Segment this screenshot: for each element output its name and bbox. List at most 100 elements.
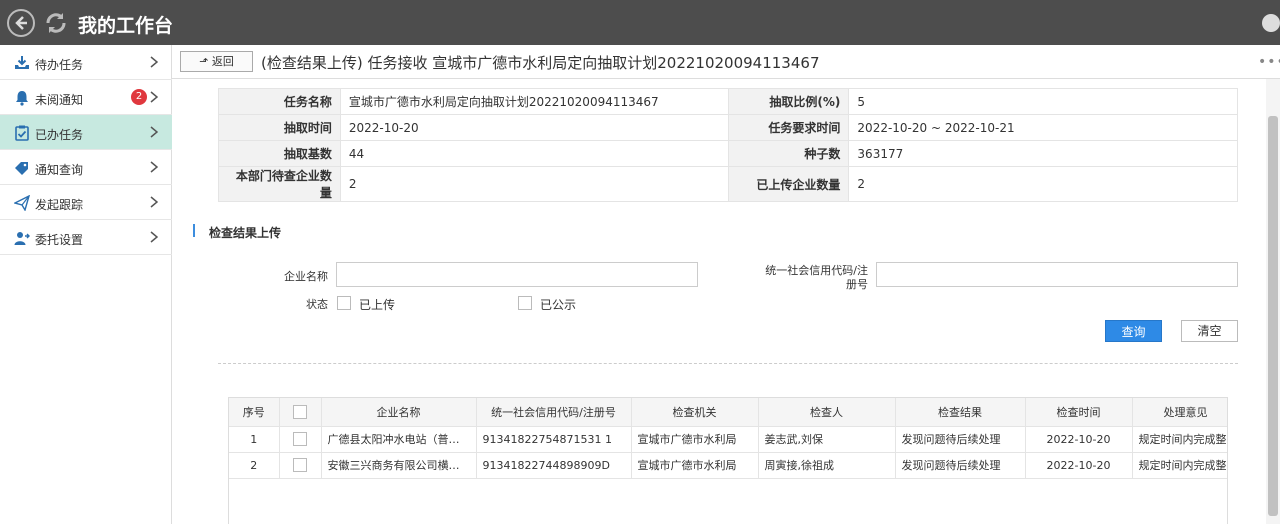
col-opinion-header[interactable]: 处理意见 bbox=[1132, 398, 1227, 427]
col-authority-header[interactable]: 检查机关 bbox=[631, 398, 759, 427]
col-credit-header[interactable]: 统一社会信用代码/注册号 bbox=[476, 398, 632, 427]
bell-icon bbox=[14, 90, 30, 106]
unread-count-badge: 2 bbox=[131, 89, 147, 105]
pending-count-value: 2 bbox=[339, 166, 729, 202]
sidebar-item-label: 未阅通知 bbox=[35, 93, 84, 107]
task-name-value: 宣城市广德市水利局定向抽取计划20221020094113467 bbox=[339, 88, 729, 115]
results-grid: 序号 企业名称 统一社会信用代码/注册号 检查机关 检查人 检查结果 检查时间 … bbox=[228, 397, 1228, 524]
info-row: 任务名称 宣城市广德市水利局定向抽取计划20221020094113467 抽取… bbox=[218, 88, 1238, 115]
extract-base-value: 44 bbox=[339, 140, 729, 167]
grid-header-row: 序号 企业名称 统一社会信用代码/注册号 检查机关 检查人 检查结果 检查时间 … bbox=[229, 398, 1227, 427]
cell-credit: 91341822754871531 1 bbox=[476, 426, 632, 453]
pending-count-label: 本部门待查企业数量 bbox=[218, 166, 341, 202]
cell-opinion: 规定时间内完成整改 bbox=[1132, 426, 1227, 453]
company-name-label: 企业名称 bbox=[284, 270, 328, 283]
cell-select[interactable] bbox=[279, 426, 322, 453]
seed-value: 363177 bbox=[848, 140, 1238, 167]
divider bbox=[218, 363, 1238, 364]
seed-label: 种子数 bbox=[727, 140, 850, 167]
ratio-value: 5 bbox=[848, 88, 1238, 115]
uploaded-checkbox-label: 已上传 bbox=[359, 298, 396, 312]
uploaded-count-label: 已上传企业数量 bbox=[727, 166, 850, 202]
chevron-right-icon bbox=[150, 91, 159, 103]
cell-authority: 宣城市广德市水利局 bbox=[631, 426, 759, 453]
back-button-label: 返回 bbox=[211, 55, 234, 68]
cell-credit: 91341822744898909D bbox=[476, 452, 632, 479]
refresh-icon[interactable] bbox=[42, 9, 70, 37]
uploaded-checkbox[interactable] bbox=[337, 296, 351, 310]
cell-opinion: 规定时间内完成整改 bbox=[1132, 452, 1227, 479]
query-button[interactable]: 查询 bbox=[1105, 320, 1162, 342]
cell-result: 发现问题待后续处理 bbox=[895, 452, 1026, 479]
sidebar-item-pending-tasks[interactable]: 待办任务 bbox=[0, 45, 172, 80]
cell-inspector: 周寅接,徐祖成 bbox=[758, 452, 896, 479]
chevron-right-icon bbox=[150, 56, 159, 68]
published-checkbox-label: 已公示 bbox=[540, 298, 577, 312]
sidebar-item-label: 通知查询 bbox=[35, 163, 84, 177]
cell-select[interactable] bbox=[279, 452, 322, 479]
chevron-right-icon bbox=[150, 196, 159, 208]
info-row: 本部门待查企业数量 2 已上传企业数量 2 bbox=[218, 166, 1238, 202]
col-select-header[interactable] bbox=[279, 398, 322, 427]
close-icon[interactable] bbox=[1262, 14, 1280, 32]
top-bar: 我的工作台 bbox=[0, 0, 1280, 45]
results-table: 序号 企业名称 统一社会信用代码/注册号 检查机关 检查人 检查结果 检查时间 … bbox=[229, 398, 1227, 479]
company-name-input[interactable] bbox=[336, 262, 698, 287]
tag-icon bbox=[14, 160, 30, 176]
credit-code-label: 统一社会信用代码/注册号 bbox=[765, 264, 868, 291]
clipboard-check-icon bbox=[14, 125, 30, 141]
ratio-label: 抽取比例(%) bbox=[727, 88, 850, 115]
credit-code-input[interactable] bbox=[876, 262, 1238, 287]
sidebar-item-label: 发起跟踪 bbox=[35, 198, 84, 212]
sidebar-item-delegation[interactable]: 委托设置 bbox=[0, 220, 172, 255]
content-header: ⬏ 返回 (检查结果上传) 任务接收 宣城市广德市水利局定向抽取计划202210… bbox=[172, 45, 1280, 79]
paper-plane-icon bbox=[13, 194, 31, 212]
app-title: 我的工作台 bbox=[78, 15, 174, 37]
cell-index: 1 bbox=[229, 426, 280, 453]
clear-button[interactable]: 清空 bbox=[1181, 320, 1238, 342]
info-row: 抽取基数 44 种子数 363177 bbox=[218, 140, 1238, 167]
task-name-label: 任务名称 bbox=[218, 88, 341, 115]
cell-index: 2 bbox=[229, 452, 280, 479]
extract-time-label: 抽取时间 bbox=[218, 114, 341, 141]
cell-date: 2022-10-20 bbox=[1025, 426, 1133, 453]
back-arrow-icon[interactable] bbox=[7, 9, 35, 37]
col-company-header[interactable]: 企业名称 bbox=[321, 398, 477, 427]
cell-company: 安徽三兴商务有限公司横… bbox=[321, 452, 477, 479]
return-arrow-icon: ⬏ bbox=[199, 55, 209, 68]
extract-base-label: 抽取基数 bbox=[218, 140, 341, 167]
status-label: 状态 bbox=[306, 298, 328, 311]
cell-company: 广德县太阳冲水电站（普… bbox=[321, 426, 477, 453]
page-title: (检查结果上传) 任务接收 宣城市广德市水利局定向抽取计划20221020094… bbox=[261, 54, 820, 72]
required-time-value: 2022-10-20 ~ 2022-10-21 bbox=[848, 114, 1238, 141]
sidebar-item-label: 已办任务 bbox=[35, 128, 84, 142]
uploaded-count-value: 2 bbox=[848, 166, 1238, 202]
row-checkbox[interactable] bbox=[293, 432, 307, 446]
col-result-header[interactable]: 检查结果 bbox=[895, 398, 1026, 427]
sidebar-item-label: 委托设置 bbox=[35, 233, 84, 247]
sidebar-item-label: 待办任务 bbox=[35, 58, 84, 72]
sidebar-item-unread-notices[interactable]: 未阅通知 2 bbox=[0, 80, 172, 115]
sidebar-item-notice-query[interactable]: 通知查询 bbox=[0, 150, 172, 185]
table-row[interactable]: 1 广德县太阳冲水电站（普… 91341822754871531 1 宣城市广德… bbox=[229, 426, 1227, 453]
col-inspector-header[interactable]: 检查人 bbox=[758, 398, 896, 427]
chevron-right-icon bbox=[150, 161, 159, 173]
sidebar-item-tracking[interactable]: 发起跟踪 bbox=[0, 185, 172, 220]
col-date-header[interactable]: 检查时间 bbox=[1025, 398, 1133, 427]
extract-time-value: 2022-10-20 bbox=[339, 114, 729, 141]
select-all-checkbox[interactable] bbox=[293, 404, 307, 419]
more-options-icon[interactable]: ••• bbox=[1258, 54, 1280, 70]
sidebar: 待办任务 未阅通知 2 已办任务 通知查询 发起跟踪 委托设置 bbox=[0, 45, 172, 524]
sidebar-item-done-tasks[interactable]: 已办任务 bbox=[0, 115, 172, 150]
page-scrollbar-thumb[interactable] bbox=[1268, 116, 1278, 516]
section-marker bbox=[193, 224, 195, 237]
download-tray-icon bbox=[14, 55, 30, 71]
row-checkbox[interactable] bbox=[293, 458, 307, 472]
cell-date: 2022-10-20 bbox=[1025, 452, 1133, 479]
table-row[interactable]: 2 安徽三兴商务有限公司横… 91341822744898909D 宣城市广德市… bbox=[229, 452, 1227, 479]
back-button[interactable]: ⬏ 返回 bbox=[180, 51, 253, 72]
published-checkbox[interactable] bbox=[518, 296, 532, 310]
col-index-header: 序号 bbox=[229, 398, 280, 427]
chevron-right-icon bbox=[150, 231, 159, 243]
info-row: 抽取时间 2022-10-20 任务要求时间 2022-10-20 ~ 2022… bbox=[218, 114, 1238, 141]
